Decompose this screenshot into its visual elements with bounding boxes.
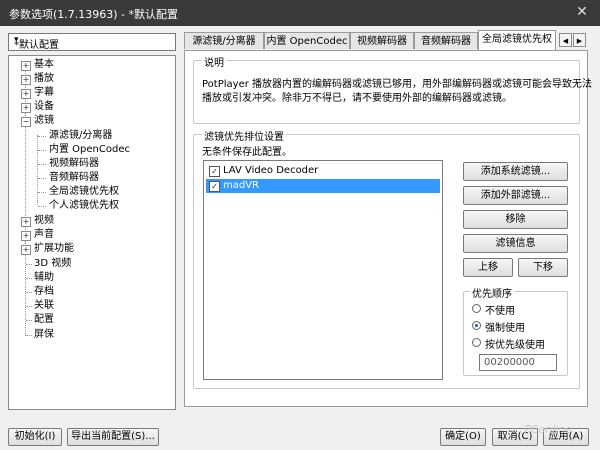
add-system-filter-button[interactable]: 添加系统滤镜... (463, 162, 568, 181)
radio-force-label: 强制使用 (485, 323, 525, 334)
tree-branch (38, 192, 46, 193)
ok-button[interactable]: 确定(O) (440, 428, 486, 446)
window-title: 参数选项(1.7.13963) - *默认配置 (9, 8, 179, 21)
list-item[interactable]: ✓ madVR (206, 179, 440, 193)
radio-by-priority-label: 按优先级使用 (485, 340, 545, 351)
tree-item-source-filter[interactable]: 源滤镜/分离器 (49, 129, 112, 143)
close-icon[interactable]: ✕ (572, 3, 592, 21)
expand-icon[interactable]: + (21, 231, 31, 241)
tree-item-extensions[interactable]: 扩展功能 (34, 242, 74, 256)
settings-tree: + 基本 + 播放 + 字幕 + 设备 − 滤镜 源滤镜/分离器 内置 Open… (8, 55, 176, 410)
tab-source-filter[interactable]: 源滤镜/分离器 (184, 32, 264, 49)
tree-branch (38, 150, 46, 151)
tree-branch (38, 206, 46, 207)
tab-strip: 源滤镜/分离器 内置 OpenCodec 视频解码器 音频解码器 全局滤镜优先权… (184, 30, 590, 51)
tree-branch (26, 278, 32, 279)
list-item[interactable]: ✓ LAV Video Decoder (206, 164, 440, 178)
initialize-button[interactable]: 初始化(I) (8, 428, 62, 446)
tree-item-assist[interactable]: 辅助 (34, 271, 54, 285)
expand-icon[interactable]: + (21, 103, 31, 113)
tree-branch (26, 335, 32, 336)
tab-audio-decoder[interactable]: 音频解码器 (414, 32, 478, 49)
tree-item-devices[interactable]: 设备 (34, 100, 54, 114)
expand-icon[interactable]: + (21, 217, 31, 227)
tree-branch (26, 264, 32, 265)
tree-item-personal-priority[interactable]: 个人滤镜优先权 (49, 199, 119, 213)
expand-icon[interactable]: + (21, 245, 31, 255)
profile-dropdown[interactable]: *默认配置 ▾ (8, 33, 176, 51)
checkbox[interactable]: ✓ (209, 181, 220, 192)
filter-info-button[interactable]: 滤镜信息 (463, 234, 568, 253)
collapse-icon[interactable]: − (21, 117, 31, 127)
expand-icon[interactable]: + (21, 75, 31, 85)
tree-item-basic[interactable]: 基本 (34, 58, 54, 72)
watermark: PConline (524, 423, 572, 436)
tree-item-archive[interactable]: 存档 (34, 285, 54, 299)
tree-item-opencodec[interactable]: 内置 OpenCodec (49, 143, 130, 157)
checkbox[interactable]: ✓ (209, 166, 220, 177)
remove-button[interactable]: 移除 (463, 210, 568, 229)
radio-force[interactable] (472, 321, 481, 330)
expand-icon[interactable]: + (21, 89, 31, 99)
tree-branch (26, 320, 32, 321)
description-title: 说明 (202, 54, 226, 69)
tree-item-subtitles[interactable]: 字幕 (34, 86, 54, 100)
tree-item-audio-decoder[interactable]: 音频解码器 (49, 171, 99, 185)
description-group: 说明 PotPlayer 播放器内置的编解码器或滤镜已够用，用外部编解码器或滤镜… (193, 54, 592, 124)
tree-branch (26, 292, 32, 293)
order-group: 优先顺序 不使用 强制使用 按优先级使用 00200000 (463, 285, 568, 376)
tree-item-filters[interactable]: 滤镜 (34, 114, 54, 128)
tree-item-3d-video[interactable]: 3D 视频 (34, 257, 71, 271)
chevron-left-icon[interactable]: ◀ (559, 33, 572, 47)
tree-item-config[interactable]: 配置 (34, 313, 54, 327)
filter-name: madVR (223, 180, 260, 191)
radio-none-label: 不使用 (485, 306, 515, 317)
tree-item-video-decoder[interactable]: 视频解码器 (49, 157, 99, 171)
filter-list[interactable]: ✓ LAV Video Decoder ✓ madVR (203, 160, 443, 380)
tree-item-global-priority[interactable]: 全局滤镜优先权 (49, 185, 119, 199)
tree-item-association[interactable]: 关联 (34, 299, 54, 313)
tab-global-priority[interactable]: 全局滤镜优先权 (478, 30, 556, 51)
export-config-button[interactable]: 导出当前配置(S)... (67, 428, 159, 446)
title-bar[interactable]: 参数选项(1.7.13963) - *默认配置 ✕ (0, 0, 600, 26)
tree-branch (38, 164, 46, 165)
filter-name: LAV Video Decoder (223, 165, 319, 176)
expand-icon[interactable]: + (21, 61, 31, 71)
priority-title: 滤镜优先排位设置 (202, 128, 286, 143)
tree-guide-line (37, 135, 38, 205)
tab-panel: 说明 PotPlayer 播放器内置的编解码器或滤镜已够用，用外部编解码器或滤镜… (184, 50, 592, 407)
tab-opencodec[interactable]: 内置 OpenCodec (264, 32, 350, 49)
tree-item-video[interactable]: 视频 (34, 214, 54, 228)
chevron-down-icon: ▾ (14, 35, 19, 45)
priority-value-input[interactable]: 00200000 (479, 354, 557, 371)
move-up-button[interactable]: 上移 (463, 258, 513, 277)
description-line-2: 播放或引发冲突。除非万不得已，请不要使用外部的编解码器或滤镜。 (202, 93, 512, 104)
radio-none[interactable] (472, 304, 481, 313)
preferences-window: 参数选项(1.7.13963) - *默认配置 ✕ *默认配置 ▾ + 基本 +… (0, 0, 600, 450)
tree-branch (26, 306, 32, 307)
tree-branch (38, 178, 46, 179)
tree-item-audio[interactable]: 声音 (34, 228, 54, 242)
tree-item-playback[interactable]: 播放 (34, 72, 54, 86)
order-title: 优先顺序 (470, 285, 514, 300)
tree-item-screensaver[interactable]: 屏保 (34, 328, 54, 342)
add-external-filter-button[interactable]: 添加外部滤镜... (463, 186, 568, 205)
move-down-button[interactable]: 下移 (518, 258, 568, 277)
tab-video-decoder[interactable]: 视频解码器 (350, 32, 414, 49)
tree-branch (38, 136, 46, 137)
description-line-1: PotPlayer 播放器内置的编解码器或滤镜已够用，用外部编解码器或滤镜可能会… (202, 79, 593, 90)
priority-subtitle: 无条件保存此配置。 (202, 147, 292, 158)
radio-by-priority[interactable] (472, 338, 481, 347)
chevron-right-icon[interactable]: ▶ (573, 33, 586, 47)
